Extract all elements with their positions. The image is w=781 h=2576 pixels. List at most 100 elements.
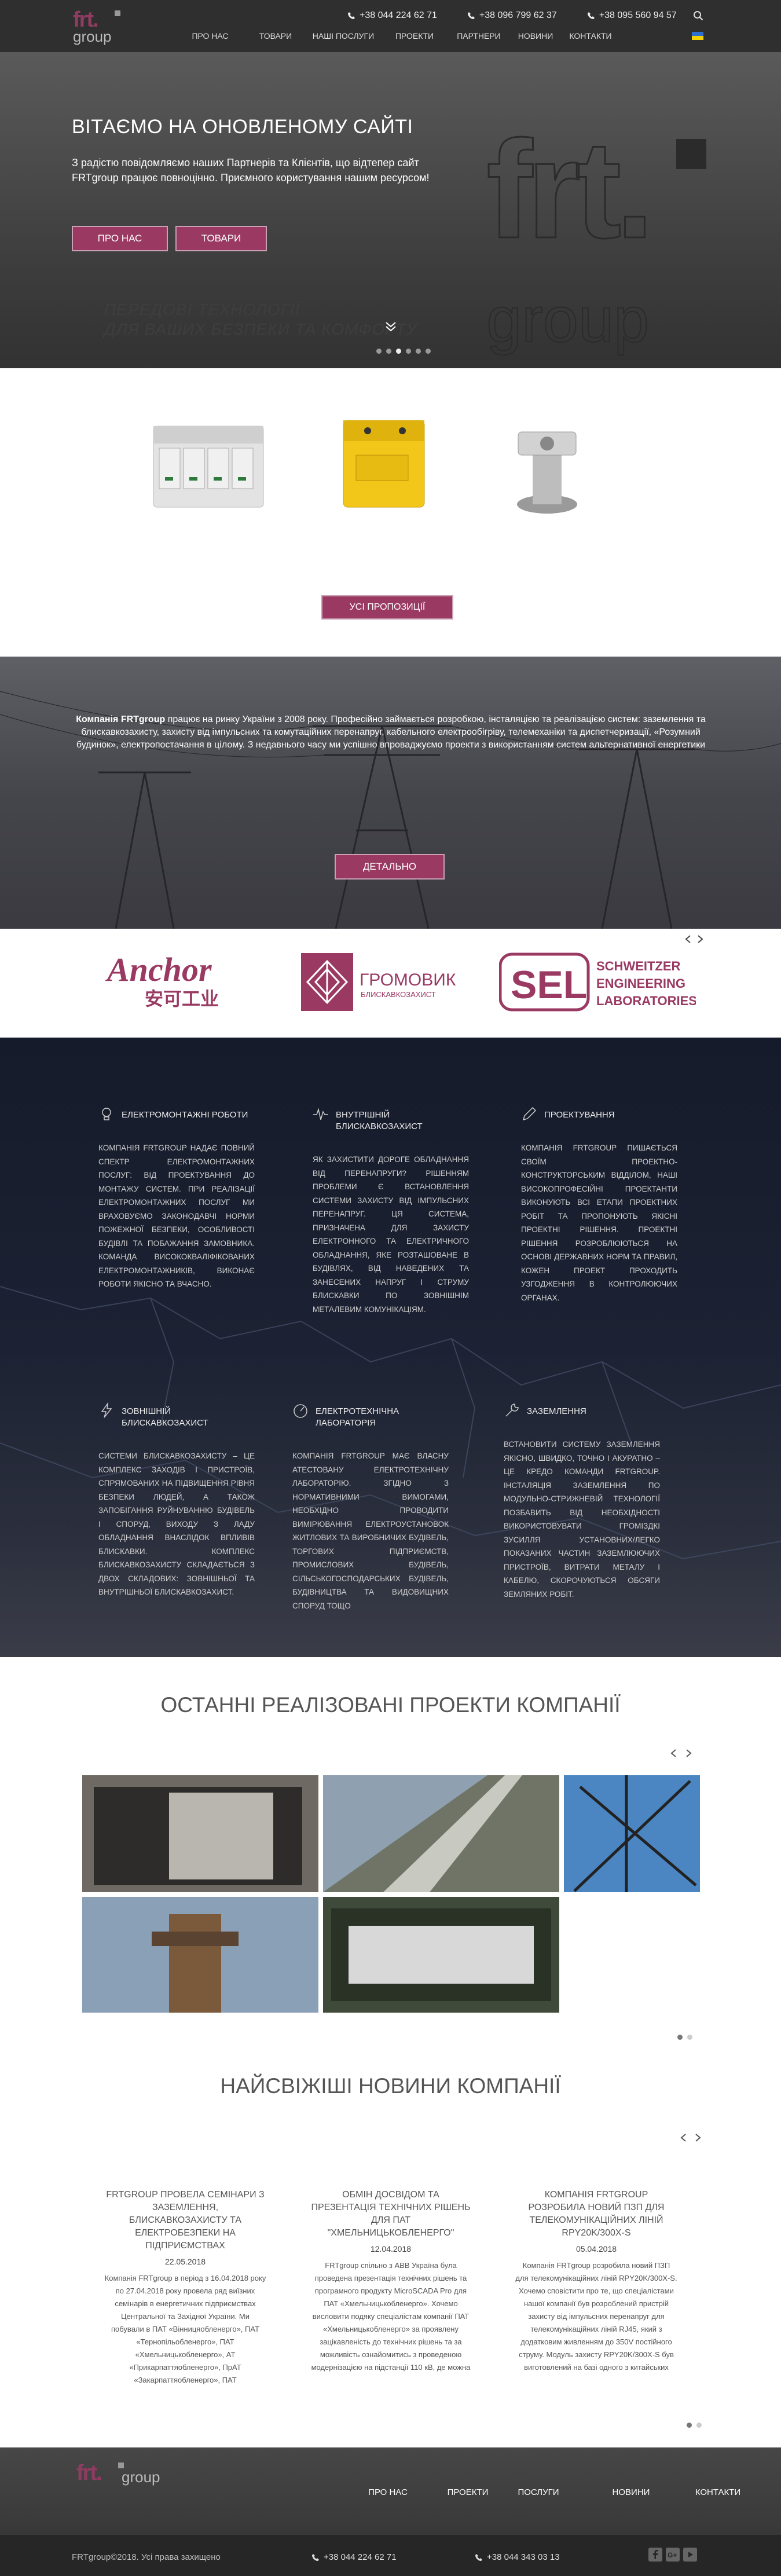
ukraine-flag-icon[interactable] <box>692 32 703 40</box>
slider-dot[interactable] <box>416 349 421 354</box>
chevron-down-icon[interactable] <box>384 321 397 332</box>
chevron-right-icon[interactable] <box>683 1749 694 1758</box>
service-card[interactable]: ВНУТРІШНІЙ БЛИСКАВКОЗАХИСТ ЯК ЗАХИСТИТИ … <box>313 1108 469 1316</box>
slider-dot[interactable] <box>396 349 401 354</box>
news-item-title[interactable]: FRTGROUP ПРОВЕЛА СЕМІНАРИ З ЗАЗЕМЛЕННЯ, … <box>104 2189 266 2252</box>
svg-text:G+: G+ <box>668 2551 677 2559</box>
partner-logo-text: Anchor <box>105 952 212 988</box>
partner-logo-text: 安可工业 <box>145 988 219 1010</box>
news-item-date: 05.04.2018 <box>575 2244 617 2253</box>
lightbulb-icon <box>102 1108 111 1120</box>
service-text: ВСТАНОВИТИ СИСТЕМУ ЗАЗЕМЛЕННЯ ЯКІСНО, ШВ… <box>504 1440 660 1599</box>
hero-brand-outline: frt. <box>486 112 648 267</box>
product-image[interactable] <box>148 403 269 519</box>
hero-about-button[interactable]: ПРО НАС <box>72 226 168 251</box>
search-icon[interactable] <box>693 10 703 21</box>
slider-dot[interactable] <box>696 2423 702 2428</box>
nav-item-services[interactable]: НАШІ ПОСЛУГИ <box>309 31 377 41</box>
project-photo[interactable] <box>323 1775 559 1892</box>
all-offers-button[interactable]: УСІ ПРОПОЗИЦІЇ <box>321 595 453 620</box>
service-title: ЗОВНІШНІЙ БЛИСКАВКОЗАХИСТ <box>122 1406 208 1428</box>
news-item-title[interactable]: КОМПАНІЯ FRTGROUP РОЗРОБИЛА НОВИЙ ПЗП ДЛ… <box>515 2189 677 2240</box>
footer-nav-item[interactable]: ПРОЕКТИ <box>439 2487 497 2497</box>
partner-logo-text: SEL <box>511 963 587 1007</box>
news-title: НАЙСВІЖІШІ НОВИНИ КОМПАНІЇ <box>220 2074 561 2098</box>
service-card[interactable]: ЕЛЕКТРОМОНТАЖНІ РОБОТИ КОМПАНІЯ FRTGROUP… <box>98 1108 255 1291</box>
hero-goods-button[interactable]: ТОВАРИ <box>175 226 267 251</box>
phone-number: +38 044 343 03 13 <box>487 2552 560 2562</box>
site-footer: frt. group ПРО НАС ПРОЕКТИ ПОСЛУГИ НОВИН… <box>0 2447 781 2576</box>
svg-text:group: group <box>122 2468 160 2486</box>
partner-logo-sel[interactable]: SEL SCHWEITZER ENGINEERING LABORATORIES <box>499 952 696 1012</box>
company-section: Компанія FRTgroup працює на ринку Україн… <box>0 657 781 929</box>
footer-nav-item[interactable]: ПОСЛУГИ <box>509 2487 567 2497</box>
news-item-title[interactable]: ОБМІН ДОСВІДОМ ТА ПРЕЗЕНТАЦІЯ ТЕХНІЧНИХ … <box>310 2189 472 2240</box>
chevron-left-icon[interactable] <box>669 1749 679 1758</box>
slider-dot[interactable] <box>687 2423 692 2428</box>
footer-nav-item[interactable]: ПРО НАС <box>359 2487 417 2497</box>
footer-phone[interactable]: +38 044 224 62 71 <box>311 2552 397 2562</box>
project-photo[interactable] <box>323 1897 559 2013</box>
pencil-icon <box>522 1106 537 1121</box>
chevron-right-icon[interactable] <box>692 2133 703 2142</box>
nav-item-news[interactable]: НОВИНИ <box>514 31 557 41</box>
hero-tagline-line: ПЕРЕДОВІ ТЕХНОЛОГІЇ <box>104 301 300 318</box>
service-card[interactable]: ЗОВНІШНІЙ БЛИСКАВКОЗАХИСТ СИСТЕМИ БЛИСКА… <box>98 1402 255 1599</box>
service-card[interactable]: ЗАЗЕМЛЕННЯ ВСТАНОВИТИ СИСТЕМУ ЗАЗЕМЛЕННЯ… <box>504 1404 660 1601</box>
logo[interactable]: frt. group <box>71 6 134 46</box>
nav-item-partners[interactable]: ПАРТНЕРИ <box>453 31 505 41</box>
news-item[interactable]: КОМПАНІЯ FRTGROUP РОЗРОБИЛА НОВИЙ ПЗП ДЛ… <box>515 2189 677 2374</box>
services-section: ЕЛЕКТРОМОНТАЖНІ РОБОТИ КОМПАНІЯ FRTGROUP… <box>0 1038 781 1657</box>
phone-icon <box>348 12 355 19</box>
google-plus-icon[interactable]: G+ <box>666 2548 680 2562</box>
footer-logo[interactable]: frt. group <box>76 2459 169 2488</box>
partner-logo-text: ГРОМОВИК <box>360 970 456 990</box>
projects-title: ОСТАННІ РЕАЛІЗОВАНІ ПРОЕКТИ КОМПАНІЇ <box>160 1693 621 1717</box>
footer-nav-item[interactable]: НОВИНИ <box>602 2487 660 2497</box>
service-text: КОМПАНІЯ FRTGROUP НАДАЄ ПОВНИЙ СПЕКТР ЕЛ… <box>98 1144 255 1288</box>
hero-slider: frt. group ВІТАЄМО НА ОНОВЛЕНОМУ САЙТІ З… <box>0 52 781 368</box>
service-title: ПРОЕКТУВАННЯ <box>544 1110 615 1120</box>
news-item-date: 22.05.2018 <box>164 2257 206 2266</box>
partner-logo-anchor[interactable]: Anchor 安可工业 <box>104 952 266 1010</box>
footer-phone[interactable]: +38 044 343 03 13 <box>475 2552 560 2562</box>
nav-item-contacts[interactable]: КОНТАКТИ <box>566 31 615 41</box>
news-dots <box>687 2423 702 2428</box>
youtube-icon[interactable] <box>683 2548 697 2562</box>
chevron-right-icon[interactable] <box>695 935 705 944</box>
service-card[interactable]: ЕЛЕКТРОТЕХНІЧНА ЛАБОРАТОРІЯ КОМПАНІЯ FRT… <box>292 1404 449 1613</box>
nav-item-projects[interactable]: ПРОЕКТИ <box>391 31 438 41</box>
nav-item-about[interactable]: ПРО НАС <box>184 31 236 41</box>
phone-item[interactable]: +38 096 799 62 37 <box>467 10 557 21</box>
slider-dots <box>376 349 431 354</box>
project-photo[interactable] <box>82 1775 318 1892</box>
facebook-icon[interactable] <box>648 2548 662 2562</box>
slider-dot[interactable] <box>426 349 431 354</box>
project-photo[interactable] <box>564 1775 700 1892</box>
slider-dot[interactable] <box>406 349 411 354</box>
phone-item[interactable]: +38 095 560 94 57 <box>587 10 677 21</box>
service-title: ЕЛЕКТРОМОНТАЖНІ РОБОТИ <box>122 1110 248 1120</box>
slider-dot[interactable] <box>376 349 382 354</box>
news-item[interactable]: FRTGROUP ПРОВЕЛА СЕМІНАРИ З ЗАЗЕМЛЕННЯ, … <box>104 2189 266 2387</box>
product-image[interactable] <box>333 403 443 519</box>
service-title: ЕЛЕКТРОТЕХНІЧНА ЛАБОРАТОРІЯ <box>316 1406 399 1428</box>
news-item-text: FRTgroup спільно з ABB Україна була пров… <box>311 2261 471 2372</box>
nav-item-goods[interactable]: ТОВАРИ <box>255 31 296 41</box>
chevron-left-icon[interactable] <box>683 935 694 944</box>
phone-item[interactable]: +38 044 224 62 71 <box>347 10 437 21</box>
partner-logo-gromovyk[interactable]: ГРОМОВИК БЛИСКАВКОЗАХИСТ <box>298 953 483 1011</box>
project-photo[interactable] <box>82 1897 318 2013</box>
partner-logo-text: LABORATORIES <box>596 994 696 1008</box>
product-image[interactable] <box>498 409 596 525</box>
details-button[interactable]: ДЕТАЛЬНО <box>335 854 445 880</box>
partners-section: Anchor 安可工业 ГРОМОВИК БЛИСКАВКОЗАХИСТ SEL… <box>0 929 781 1038</box>
service-text: КОМПАНІЯ FRTGROUP МАЄ ВЛАСНУ АТЕСТОВАНУ … <box>292 1452 449 1610</box>
slider-dot[interactable] <box>687 2035 692 2040</box>
service-card[interactable]: ПРОЕКТУВАННЯ КОМПАНІЯ FRTGROUP ПИШАЄТЬСЯ… <box>521 1106 677 1305</box>
slider-dot[interactable] <box>677 2035 683 2040</box>
news-item[interactable]: ОБМІН ДОСВІДОМ ТА ПРЕЗЕНТАЦІЯ ТЕХНІЧНИХ … <box>310 2189 472 2374</box>
slider-dot[interactable] <box>386 349 391 354</box>
footer-nav-item[interactable]: КОНТАКТИ <box>689 2487 747 2497</box>
chevron-left-icon[interactable] <box>679 2133 689 2142</box>
